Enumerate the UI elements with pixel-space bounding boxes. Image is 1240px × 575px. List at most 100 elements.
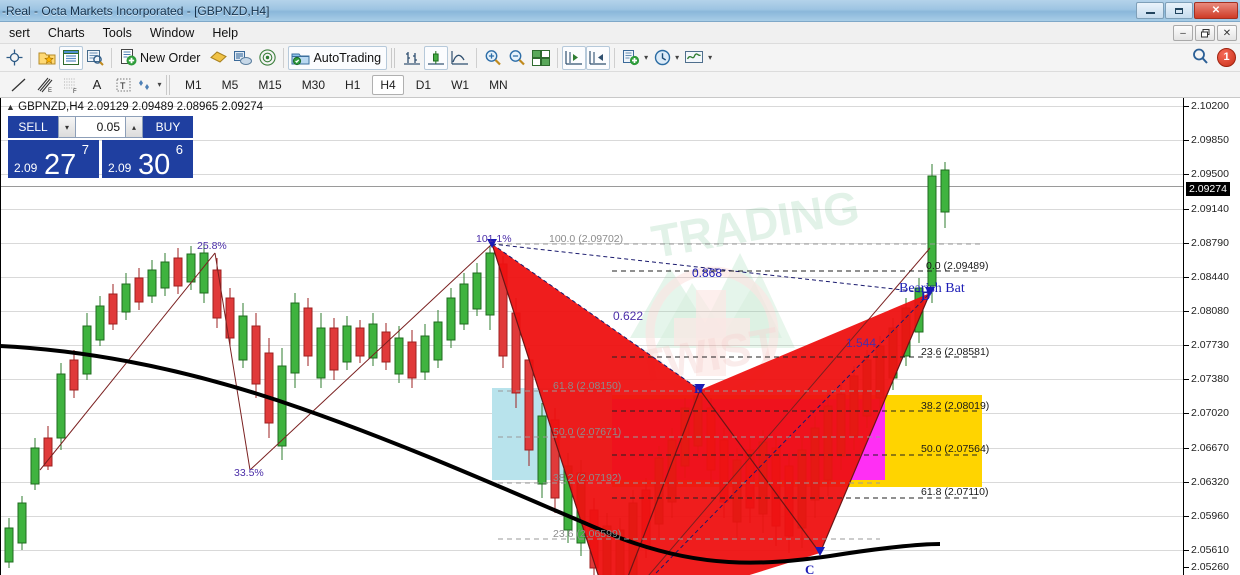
timeframe-h1[interactable]: H1 — [337, 75, 368, 95]
text-tool-button[interactable]: A — [84, 74, 110, 96]
autotrading-label: AutoTrading — [313, 50, 382, 65]
price-tick: 2.06670 — [1184, 442, 1229, 454]
menu-window[interactable]: Window — [141, 24, 203, 42]
fib-label-left-382: 38.2 (2.07192) — [553, 472, 622, 484]
price-tick: 2.09850 — [1184, 134, 1229, 146]
window-restore-button[interactable] — [1165, 2, 1193, 19]
window-close-button[interactable]: ✕ — [1194, 2, 1238, 19]
timeframe-m5[interactable]: M5 — [214, 75, 247, 95]
timeframe-d1[interactable]: D1 — [408, 75, 439, 95]
mdi-close-button[interactable]: ✕ — [1217, 25, 1237, 41]
auto-scroll-button[interactable] — [586, 45, 611, 70]
timeframe-m30[interactable]: M30 — [294, 75, 333, 95]
restore-icon — [1200, 28, 1209, 37]
pattern-point-c: C — [805, 562, 815, 575]
search-icon[interactable] — [1191, 47, 1211, 67]
timeframe-mn[interactable]: MN — [481, 75, 516, 95]
price-axis[interactable]: 2.10200 2.09850 2.09500 2.09274 2.09140 … — [1184, 98, 1240, 575]
crosshair-icon — [6, 49, 22, 66]
collapse-icon[interactable]: ▲ — [6, 102, 15, 112]
text-box-icon: T — [116, 78, 130, 91]
price-tick: 2.06320 — [1184, 476, 1229, 488]
volume-input[interactable]: 0.05 — [76, 116, 125, 138]
window-minimize-button[interactable] — [1136, 2, 1164, 19]
navigator-icon — [86, 49, 104, 66]
cursor-line-icon — [11, 78, 26, 91]
price-tick: 2.09140 — [1184, 203, 1229, 215]
sell-price-main: 27 — [44, 149, 77, 181]
text-label-tool-button[interactable]: T — [110, 74, 136, 96]
volume-decrease-button[interactable]: ▾ — [58, 116, 76, 138]
expert-advisor-button[interactable] — [206, 46, 231, 70]
shapes-caret-icon[interactable]: ▾ — [157, 80, 161, 89]
zoom-in-button[interactable] — [481, 46, 505, 70]
autotrading-button[interactable]: AutoTrading — [288, 45, 388, 70]
zoom-out-icon — [509, 50, 525, 66]
timeframe-m1[interactable]: M1 — [177, 75, 210, 95]
periods-clock-icon — [654, 49, 671, 66]
indicators-button[interactable]: ▾ — [682, 46, 715, 70]
main-toolbar: New Order AutoTrading ▾ ▾ ▾ 1 — [0, 44, 1240, 72]
timeframe-h4[interactable]: H4 — [372, 74, 404, 95]
timeframe-toolbar: E F A T ▾ M1 M5 M15 M30 H1 H4 D1 W1 MN — [0, 72, 1240, 98]
ratio-label-0868: 0.868 — [692, 266, 723, 280]
periods-caret-icon[interactable]: ▾ — [675, 53, 679, 62]
templates-button[interactable]: ▾ — [619, 46, 651, 70]
tile-windows-button[interactable] — [529, 46, 553, 70]
line-tool-button[interactable] — [6, 74, 32, 96]
menu-help[interactable]: Help — [203, 24, 247, 42]
mdi-restore-button[interactable] — [1195, 25, 1215, 41]
signals-icon — [259, 49, 276, 66]
title-bar: -Real - Octa Markets Incorporated - [GBP… — [0, 0, 1240, 22]
crosshair-button[interactable] — [2, 46, 26, 70]
notification-badge[interactable]: 1 — [1217, 47, 1236, 67]
mdi-minimize-button[interactable]: – — [1173, 25, 1193, 41]
sell-price-display[interactable]: 2.09 27 7 — [8, 140, 99, 181]
terminal-button[interactable] — [231, 46, 255, 70]
channel-tool-button[interactable]: E — [32, 74, 58, 96]
buy-price-prefix: 2.09 — [108, 161, 132, 175]
indicators-caret-icon[interactable]: ▾ — [708, 53, 712, 62]
timeframe-w1[interactable]: W1 — [443, 75, 477, 95]
svg-text:F: F — [73, 89, 77, 94]
shapes-tool-button[interactable]: ▾ — [136, 74, 162, 96]
sell-button[interactable]: SELL — [8, 116, 58, 138]
chart-canvas[interactable]: TRADING TWIST 100.0 (2.09702) 61.8 (2.08… — [0, 98, 1240, 575]
templates-caret-icon[interactable]: ▾ — [644, 53, 648, 62]
navigator-button[interactable] — [83, 46, 107, 70]
buy-price-display[interactable]: 2.09 30 6 — [102, 140, 193, 180]
fib-label-right-382: 38.2 (2.08019) — [921, 400, 990, 412]
indicators-icon — [685, 51, 704, 63]
sell-price-fraction: 7 — [81, 142, 89, 157]
new-order-button[interactable]: New Order — [116, 46, 206, 70]
volume-increase-button[interactable]: ▴ — [125, 116, 143, 138]
periods-button[interactable]: ▾ — [651, 46, 682, 70]
autotrading-icon — [291, 53, 310, 65]
tile-windows-icon — [532, 49, 551, 66]
menu-tools[interactable]: Tools — [94, 24, 141, 42]
bar-chart-button[interactable] — [400, 46, 424, 70]
data-window-button[interactable] — [59, 45, 83, 70]
svg-text:TRADING: TRADING — [648, 180, 863, 268]
one-click-trading-panel[interactable]: SELL ▾ 0.05 ▴ BUY 2.09 27 7 2.09 30 6 — [8, 116, 193, 181]
candlestick-chart-button[interactable] — [424, 45, 449, 70]
bar-chart-icon — [404, 52, 421, 65]
menu-insert[interactable]: sert — [0, 24, 39, 42]
line-chart-button[interactable] — [448, 46, 472, 70]
buy-button[interactable]: BUY — [143, 116, 193, 138]
timeframe-m15[interactable]: M15 — [250, 75, 289, 95]
fib-label-right-500: 50.0 (2.07564) — [921, 443, 990, 455]
new-order-icon — [121, 49, 137, 66]
zoom-out-button[interactable] — [505, 46, 529, 70]
fib-tool-button[interactable]: F — [58, 74, 84, 96]
ratio-label-0622: 0.622 — [613, 309, 644, 323]
current-price-line — [1, 186, 1183, 187]
crosshair-measure-icon: E — [37, 77, 53, 94]
chart-shift-button[interactable] — [562, 45, 587, 70]
signals-button[interactable] — [255, 46, 279, 70]
favorites-folder-icon — [38, 52, 56, 64]
templates-icon — [623, 50, 640, 66]
menu-charts[interactable]: Charts — [39, 24, 94, 42]
favorites-button[interactable] — [35, 46, 59, 70]
price-tick: 2.07020 — [1184, 407, 1229, 419]
